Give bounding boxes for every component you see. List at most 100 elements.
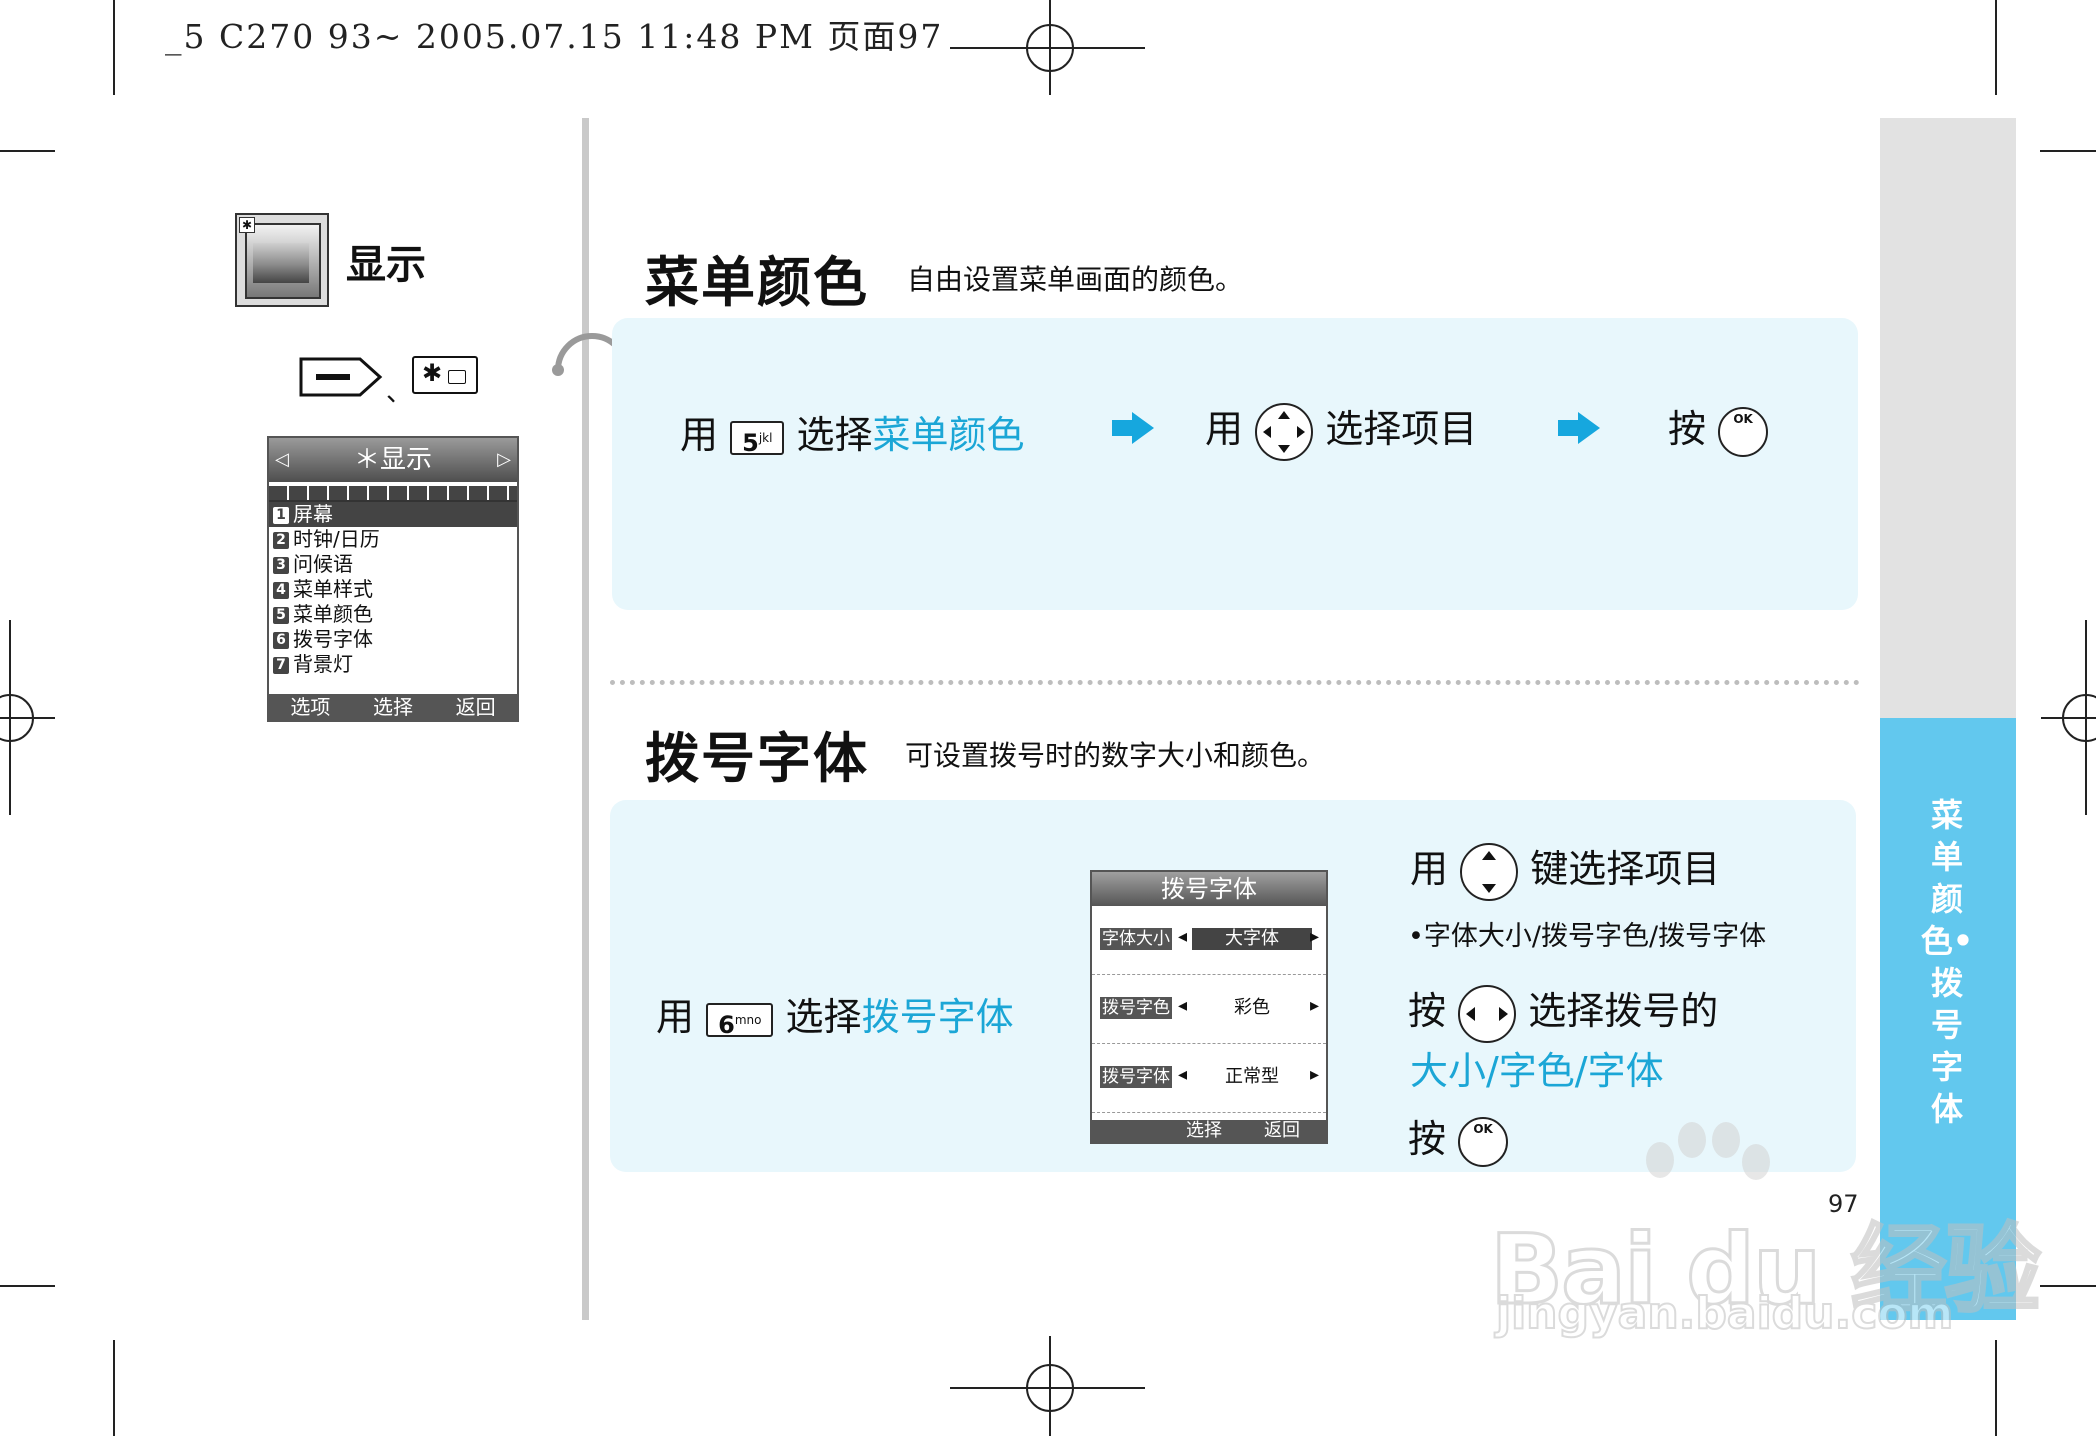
menu-item-number: 5 bbox=[273, 607, 289, 624]
step-text: 选择拨号的 bbox=[1528, 989, 1719, 1033]
right-arrow-icon[interactable]: ▸ bbox=[1310, 1064, 1319, 1085]
softkey-back[interactable]: 返回 bbox=[456, 694, 496, 720]
crop-mark bbox=[1995, 0, 1997, 95]
left-softkey-icon bbox=[299, 357, 383, 397]
dial-font-r3: 按 OK bbox=[1408, 1108, 1509, 1167]
menu-item-number: 7 bbox=[273, 657, 289, 674]
menu-item[interactable]: 7 背景灯 bbox=[269, 652, 517, 677]
softkey-back[interactable]: 返回 bbox=[1264, 1120, 1300, 1142]
up-down-key-icon bbox=[1460, 842, 1519, 901]
left-arrow-icon: ◁ bbox=[275, 449, 289, 470]
right-arrow-icon[interactable]: ▸ bbox=[1310, 995, 1319, 1016]
step-text: 选择 bbox=[796, 413, 873, 457]
print-header: _5 C270 93~ 2005.07.15 11:48 PM 页面97 bbox=[165, 17, 944, 56]
step-text: 选择项目 bbox=[1325, 407, 1478, 451]
dial-font-r2: 按 选择拨号的 bbox=[1408, 980, 1718, 1043]
registration-mark-left bbox=[0, 620, 55, 815]
shortcut-separator: 、 bbox=[386, 378, 413, 408]
crop-mark bbox=[113, 0, 115, 95]
watermark-url: jingyan.baidu.com bbox=[1495, 1287, 1954, 1340]
ok-key-icon: OK bbox=[1718, 406, 1769, 457]
dial-font-screen: 拨号字体 字体大小 ◂ 大字体 ▸ 拨号字色 ◂ 彩色 ▸ 拨号字体 ◂ 正常型 ▸ 选择 返回 bbox=[1090, 870, 1328, 1144]
dial-font-option[interactable]: 拨号字体 ◂ 正常型 ▸ bbox=[1092, 1044, 1326, 1113]
dial-font-option[interactable]: 字体大小 ◂ 大字体 ▸ bbox=[1092, 906, 1326, 975]
side-tab-label: 菜单颜色•拨号字体 bbox=[1920, 796, 1974, 1128]
step-text: 选择 bbox=[785, 995, 862, 1039]
dial-font-desc: 可设置拨号时的数字大小和颜色。 bbox=[905, 739, 1326, 772]
softkey-options[interactable]: 选项 bbox=[290, 694, 330, 720]
baidu-watermark: Bai du 经验 jingyan.baidu.com bbox=[1489, 1122, 2042, 1340]
display-menu-screen: ◁ ＊显示 ▷ 1 屏幕 2 时钟/日历 3 问候语 4 菜单样式 5 菜单颜色 6 拨号字体 7 背景灯… bbox=[267, 436, 519, 722]
menu-softkey-bar: 选项 选择 返回 bbox=[269, 694, 517, 720]
dial-font-r1: 用 键选择项目 bbox=[1410, 838, 1720, 901]
registration-mark-right bbox=[2041, 620, 2096, 815]
left-arrow-icon[interactable]: ◂ bbox=[1178, 995, 1187, 1016]
menu-item[interactable]: 2 时钟/日历 bbox=[269, 527, 517, 552]
step-text: 键选择项目 bbox=[1530, 847, 1721, 891]
next-arrow-icon bbox=[1112, 412, 1154, 444]
softkey-select[interactable]: 选择 bbox=[373, 694, 413, 720]
left-arrow-icon[interactable]: ◂ bbox=[1178, 1064, 1187, 1085]
nav-key-icon bbox=[1255, 402, 1314, 461]
right-arrow-icon[interactable]: ▸ bbox=[1310, 926, 1319, 947]
menu-item-label: 菜单颜色 bbox=[293, 602, 373, 626]
crop-mark bbox=[1995, 1340, 1997, 1436]
crop-mark bbox=[2040, 1285, 2096, 1287]
star-key-icon: ✱ bbox=[412, 356, 478, 394]
menu-color-desc: 自由设置菜单画面的颜色。 bbox=[907, 263, 1244, 296]
menu-item-label: 菜单样式 bbox=[293, 577, 373, 601]
dial-font-r2-target: 大小/字色/字体 bbox=[1410, 1049, 1664, 1093]
menu-item[interactable]: 3 问候语 bbox=[269, 552, 517, 577]
crop-mark bbox=[0, 1285, 55, 1287]
step-text: 按 bbox=[1408, 989, 1447, 1033]
menu-tab-strip bbox=[269, 482, 517, 502]
menu-item-label: 问候语 bbox=[293, 552, 353, 576]
dial-font-options: 字体大小 ◂ 大字体 ▸ 拨号字色 ◂ 彩色 ▸ 拨号字体 ◂ 正常型 ▸ bbox=[1092, 906, 1326, 1113]
right-arrow-icon: ▷ bbox=[497, 449, 511, 470]
dial-font-screen-title: 拨号字体 bbox=[1092, 872, 1326, 906]
menu-color-step-3: 按 OK bbox=[1668, 398, 1769, 457]
crop-mark bbox=[0, 150, 55, 152]
display-section-icon: ✱ bbox=[235, 213, 329, 307]
step-text: 用 bbox=[1410, 847, 1449, 891]
step-text: 按 bbox=[1408, 1117, 1447, 1161]
left-arrow-icon[interactable]: ◂ bbox=[1178, 926, 1187, 947]
menu-item-label: 屏幕 bbox=[293, 502, 333, 526]
menu-title-bar: ◁ ＊显示 ▷ bbox=[269, 438, 517, 482]
option-label: 拨号字色 bbox=[1100, 997, 1172, 1019]
key-6-icon: 6mno bbox=[706, 1002, 774, 1039]
menu-color-title: 菜单颜色 bbox=[645, 251, 869, 314]
menu-item-label: 拨号字体 bbox=[293, 627, 373, 651]
dial-font-options-note: •字体大小/拨号字色/拨号字体 bbox=[1408, 921, 1767, 952]
option-value: 彩色 bbox=[1234, 997, 1270, 1018]
column-divider bbox=[582, 118, 589, 1320]
menu-item[interactable]: 5 菜单颜色 bbox=[269, 602, 517, 627]
dial-font-option[interactable]: 拨号字色 ◂ 彩色 ▸ bbox=[1092, 975, 1326, 1044]
option-value: 大字体 bbox=[1192, 928, 1312, 950]
softkey-select[interactable]: 选择 bbox=[1186, 1120, 1222, 1142]
option-value: 正常型 bbox=[1225, 1066, 1279, 1087]
menu-item-label: 背景灯 bbox=[293, 652, 353, 676]
crop-mark bbox=[2040, 150, 2096, 152]
registration-mark-bottom bbox=[950, 1336, 1145, 1436]
menu-list: 1 屏幕 2 时钟/日历 3 问候语 4 菜单样式 5 菜单颜色 6 拨号字体 7 背景灯 bbox=[269, 502, 517, 677]
menu-item-number: 6 bbox=[273, 632, 289, 649]
step-text: 用 bbox=[680, 413, 719, 457]
menu-item-number: 3 bbox=[273, 557, 289, 574]
menu-item[interactable]: 6 拨号字体 bbox=[269, 627, 517, 652]
menu-title: ＊显示 bbox=[353, 445, 432, 475]
ok-key-icon: OK bbox=[1458, 1116, 1509, 1167]
step-text: 按 bbox=[1668, 407, 1707, 451]
step-text: 用 bbox=[1205, 407, 1244, 451]
crop-mark bbox=[113, 1340, 115, 1436]
menu-item-number: 2 bbox=[273, 532, 289, 549]
step-target: 菜单颜色 bbox=[872, 413, 1025, 457]
left-right-key-icon bbox=[1458, 984, 1517, 1043]
dial-font-softkey-bar: 选择 返回 bbox=[1092, 1120, 1326, 1142]
section-separator bbox=[610, 680, 1860, 685]
dial-font-title: 拨号字体 bbox=[645, 727, 869, 790]
option-label: 字体大小 bbox=[1100, 928, 1172, 950]
menu-item[interactable]: 1 屏幕 bbox=[269, 502, 517, 527]
menu-item[interactable]: 4 菜单样式 bbox=[269, 577, 517, 602]
step-text: 用 bbox=[656, 995, 695, 1039]
